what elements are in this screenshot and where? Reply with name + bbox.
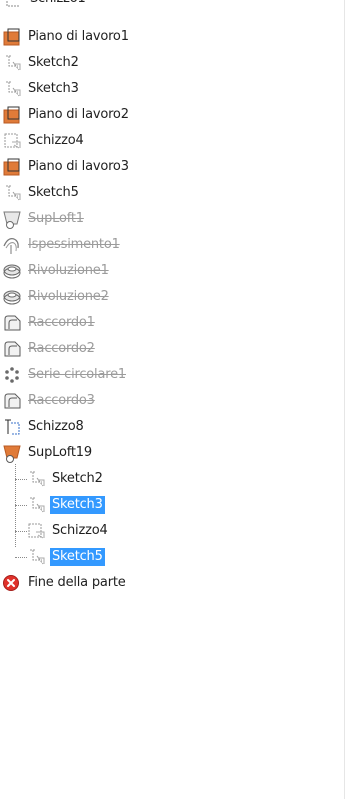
tree-item-label: Ispessimento1 <box>28 237 120 252</box>
work-plane-icon <box>0 26 24 48</box>
tree-item-label: SupLoft19 <box>28 445 92 460</box>
tree-item-label: Fine della parte <box>28 575 126 590</box>
tree-item-label: Raccordo1 <box>28 315 95 330</box>
tree-item-raccordo1[interactable]: Raccordo1 <box>0 312 97 334</box>
fillet-icon <box>0 312 24 334</box>
tree-item-partial[interactable]: Schizzo1 <box>0 0 86 22</box>
tree-item-raccordo3[interactable]: Raccordo3 <box>0 390 97 412</box>
thicken-icon <box>0 234 24 256</box>
fillet-icon <box>0 338 24 360</box>
sketch-icon <box>24 520 48 542</box>
tree-item-label: Rivoluzione1 <box>28 263 109 278</box>
tree-item-label: Sketch2 <box>28 55 79 70</box>
work-plane-icon <box>0 104 24 126</box>
sketch-icon <box>24 468 48 490</box>
tree-child-sketch2[interactable]: Sketch2 <box>0 468 105 490</box>
tree-item-sketch5[interactable]: Sketch5 <box>0 182 81 204</box>
tree-item-piano-di-lavoro3[interactable]: Piano di lavoro3 <box>0 156 131 178</box>
tree-item-label: Sketch2 <box>52 471 103 486</box>
sketch-icon <box>0 416 24 438</box>
tree-item-ispessimento1[interactable]: Ispessimento1 <box>0 234 122 256</box>
tree-item-label: Schizzo4 <box>28 133 84 148</box>
sketch-icon <box>0 52 24 74</box>
revolve-icon <box>0 286 24 308</box>
tree-item-raccordo2[interactable]: Raccordo2 <box>0 338 97 360</box>
tree-item-fine-della-parte[interactable]: Fine della parte <box>0 572 128 594</box>
sketch-icon <box>0 78 24 100</box>
tree-item-label: Raccordo3 <box>28 393 95 408</box>
tree-item-label: Piano di lavoro3 <box>28 159 129 174</box>
tree-item-label: Piano di lavoro2 <box>28 107 129 122</box>
tree-item-label: Piano di lavoro1 <box>28 29 129 44</box>
tree-item-label: Sketch5 <box>50 548 105 566</box>
tree-item-schizzo4[interactable]: Schizzo4 <box>0 130 86 152</box>
tree-item-piano-di-lavoro1[interactable]: Piano di lavoro1 <box>0 26 131 48</box>
tree-item-label: Sketch3 <box>50 496 105 514</box>
tree-item-piano-di-lavoro2[interactable]: Piano di lavoro2 <box>0 104 131 126</box>
sketch-icon <box>0 130 24 152</box>
tree-item-label: Schizzo8 <box>28 419 84 434</box>
end-of-part-icon <box>0 572 24 594</box>
tree-item-schizzo8[interactable]: Schizzo8 <box>0 416 86 438</box>
work-plane-icon <box>0 156 24 178</box>
tree-item-label: Rivoluzione2 <box>28 289 109 304</box>
tree-item-label: Sketch5 <box>28 185 79 200</box>
tree-item-label: Schizzo1 <box>28 0 88 8</box>
tree-item-label: Raccordo2 <box>28 341 95 356</box>
tree-item-label: Serie circolare1 <box>28 367 126 382</box>
loft-surface-icon <box>0 442 24 464</box>
vertical-scrollbar[interactable] <box>344 0 355 799</box>
tree-item-label: SupLoft1 <box>28 211 84 226</box>
tree-item-label: Sketch3 <box>28 81 79 96</box>
circular-pattern-icon <box>0 364 24 386</box>
tree-child-sketch3[interactable]: Sketch3 <box>0 494 105 516</box>
loft-surface-icon <box>0 208 24 230</box>
tree-child-schizzo4[interactable]: Schizzo4 <box>0 520 110 542</box>
tree-item-sketch2[interactable]: Sketch2 <box>0 52 81 74</box>
sketch-icon <box>0 0 24 22</box>
sketch-icon <box>24 546 48 568</box>
sketch-icon <box>0 182 24 204</box>
tree-item-label: Schizzo4 <box>52 523 108 538</box>
tree-item-sketch3[interactable]: Sketch3 <box>0 78 81 100</box>
tree-item-suploft1[interactable]: SupLoft1 <box>0 208 86 230</box>
sketch-icon <box>24 494 48 516</box>
fillet-icon <box>0 390 24 412</box>
revolve-icon <box>0 260 24 282</box>
tree-child-sketch5[interactable]: Sketch5 <box>0 546 105 568</box>
tree-item-rivoluzione2[interactable]: Rivoluzione2 <box>0 286 111 308</box>
feature-tree: Schizzo1 Piano di lavoro1 Sketch2 <box>0 0 345 799</box>
tree-item-suploft19[interactable]: SupLoft19 <box>0 442 94 464</box>
tree-item-rivoluzione1[interactable]: Rivoluzione1 <box>0 260 111 282</box>
tree-item-serie-circolare1[interactable]: Serie circolare1 <box>0 364 128 386</box>
